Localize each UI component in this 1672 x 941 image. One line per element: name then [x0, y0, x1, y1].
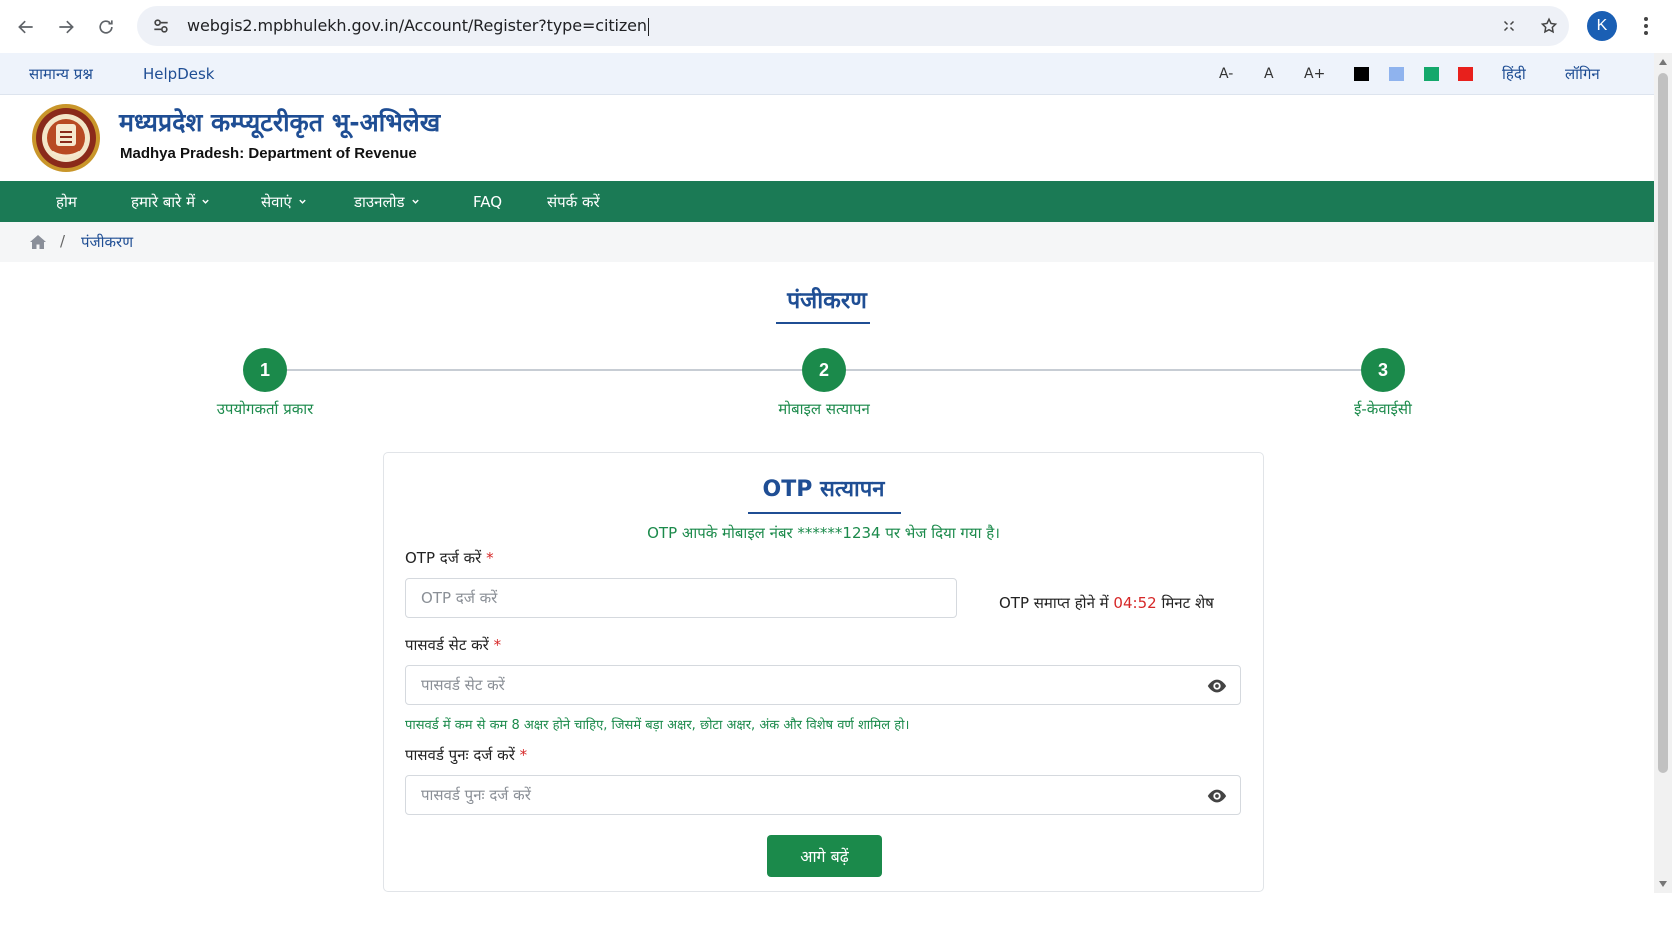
utility-bar: सामान्य प्रश्न HelpDesk A- A A+ हिंदी लॉ…	[0, 53, 1654, 95]
otp-sent-message: OTP आपके मोबाइल नंबर ******1234 पर भेज द…	[647, 524, 1000, 542]
nav-about[interactable]: हमारे बारे में	[131, 181, 210, 222]
main-navbar: होम हमारे बारे में सेवाएं डाउनलोड FAQ सं…	[0, 181, 1654, 222]
home-icon[interactable]	[29, 234, 47, 250]
step-2-circle: 2	[802, 348, 846, 392]
profile-avatar[interactable]: K	[1587, 11, 1617, 41]
required-marker: *	[519, 746, 528, 764]
step-3-circle: 3	[1361, 348, 1405, 392]
scroll-up-arrow-icon[interactable]	[1659, 59, 1667, 65]
page-title-underline	[776, 322, 870, 324]
step-1-label: उपयोगकर्ता प्रकार	[216, 400, 314, 418]
mp-govt-emblem-logo	[32, 104, 100, 172]
site-title: मध्यप्रदेश कम्प्यूटरीकृत भू-अभिलेख	[119, 108, 441, 137]
browser-toolbar: webgis2.mpbhulekh.gov.in/Account/Registe…	[0, 0, 1672, 53]
theme-red-swatch[interactable]	[1458, 67, 1473, 81]
theme-black-swatch[interactable]	[1354, 67, 1369, 81]
site-header: मध्यप्रदेश कम्प्यूटरीकृत भू-अभिलेख Madhy…	[0, 95, 1654, 181]
chevron-down-icon	[202, 199, 209, 204]
stepper-connector	[846, 369, 1361, 371]
site-subtitle: Madhya Pradesh: Department of Revenue	[120, 145, 417, 162]
step-1-circle: 1	[243, 348, 287, 392]
card-title-underline	[748, 512, 901, 514]
nav-faq-label: FAQ	[473, 192, 503, 211]
faq-link[interactable]: सामान्य प्रश्न	[29, 64, 93, 84]
kebab-menu-icon[interactable]	[1636, 11, 1656, 41]
required-marker: *	[493, 636, 502, 654]
otp-input[interactable]	[421, 589, 956, 607]
theme-green-swatch[interactable]	[1424, 67, 1439, 81]
page-scrollbar[interactable]	[1654, 53, 1672, 893]
install-app-icon[interactable]	[1489, 6, 1529, 46]
nav-home-label: होम	[56, 192, 77, 211]
nav-faq[interactable]: FAQ	[473, 181, 502, 222]
nav-about-label: हमारे बारे में	[131, 192, 196, 211]
back-arrow-icon[interactable]	[6, 7, 46, 47]
otp-verification-card: OTP सत्यापन OTP आपके मोबाइल नंबर ******1…	[383, 452, 1264, 892]
site-info-icon[interactable]	[151, 16, 171, 36]
otp-timer-value: 04:52	[1113, 594, 1157, 612]
nav-home[interactable]: होम	[56, 181, 77, 222]
password-hint: पासवर्ड में कम से कम 8 अक्षर होने चाहिए,…	[405, 718, 910, 733]
nav-downloads[interactable]: डाउनलोड	[354, 181, 420, 222]
nav-contact-label: संपर्क करें	[547, 192, 600, 211]
password-label: पासवर्ड सेट करें *	[405, 636, 502, 654]
nav-downloads-label: डाउनलोड	[354, 192, 405, 211]
chevron-down-icon	[411, 199, 419, 204]
url-text[interactable]: webgis2.mpbhulekh.gov.in/Account/Registe…	[187, 16, 649, 36]
confirm-password-label: पासवर्ड पुनः दर्ज करें *	[405, 746, 528, 764]
font-normal-button[interactable]: A	[1264, 53, 1274, 95]
otp-timer: OTP समाप्त होने में 04:52 मिनट शेष	[999, 594, 1214, 612]
step-3-label: ई-केवाईसी	[1354, 400, 1412, 418]
bottom-area	[0, 893, 1672, 941]
otp-label: OTP दर्ज करें *	[405, 549, 494, 567]
scroll-down-arrow-icon[interactable]	[1659, 881, 1667, 887]
password-field-wrapper	[405, 665, 1241, 705]
confirm-password-field-wrapper	[405, 775, 1241, 815]
show-password-eye-icon[interactable]	[1206, 786, 1228, 806]
required-marker: *	[486, 549, 494, 567]
scrollbar-thumb[interactable]	[1658, 73, 1668, 773]
nav-services[interactable]: सेवाएं	[261, 181, 307, 222]
step-2-label: मोबाइल सत्यापन	[778, 400, 870, 418]
password-input[interactable]	[421, 676, 1240, 694]
page-title: पंजीकरण	[787, 288, 867, 314]
forward-arrow-icon[interactable]	[46, 7, 86, 47]
next-button[interactable]: आगे बढ़ें	[767, 835, 882, 877]
breadcrumb-separator: /	[60, 232, 66, 250]
card-title: OTP सत्यापन	[762, 477, 885, 502]
font-decrease-button[interactable]: A-	[1219, 53, 1233, 95]
chevron-down-icon	[298, 199, 306, 204]
reload-icon[interactable]	[86, 7, 126, 47]
theme-blue-swatch[interactable]	[1389, 67, 1404, 81]
breadcrumb: / पंजीकरण	[0, 222, 1654, 262]
bookmark-star-icon[interactable]	[1529, 6, 1569, 46]
stepper-connector	[287, 369, 802, 371]
language-toggle[interactable]: हिंदी	[1502, 64, 1526, 84]
address-bar[interactable]: webgis2.mpbhulekh.gov.in/Account/Registe…	[137, 6, 1569, 46]
confirm-password-input[interactable]	[421, 786, 1240, 804]
nav-services-label: सेवाएं	[261, 192, 292, 211]
page-viewport: सामान्य प्रश्न HelpDesk A- A A+ हिंदी लॉ…	[0, 53, 1654, 893]
helpdesk-link[interactable]: HelpDesk	[143, 65, 214, 83]
nav-contact[interactable]: संपर्क करें	[547, 181, 600, 222]
otp-field-wrapper	[405, 578, 957, 618]
breadcrumb-current: पंजीकरण	[81, 233, 134, 251]
show-password-eye-icon[interactable]	[1206, 676, 1228, 696]
font-increase-button[interactable]: A+	[1304, 53, 1325, 95]
login-link[interactable]: लॉगिन	[1565, 64, 1600, 84]
